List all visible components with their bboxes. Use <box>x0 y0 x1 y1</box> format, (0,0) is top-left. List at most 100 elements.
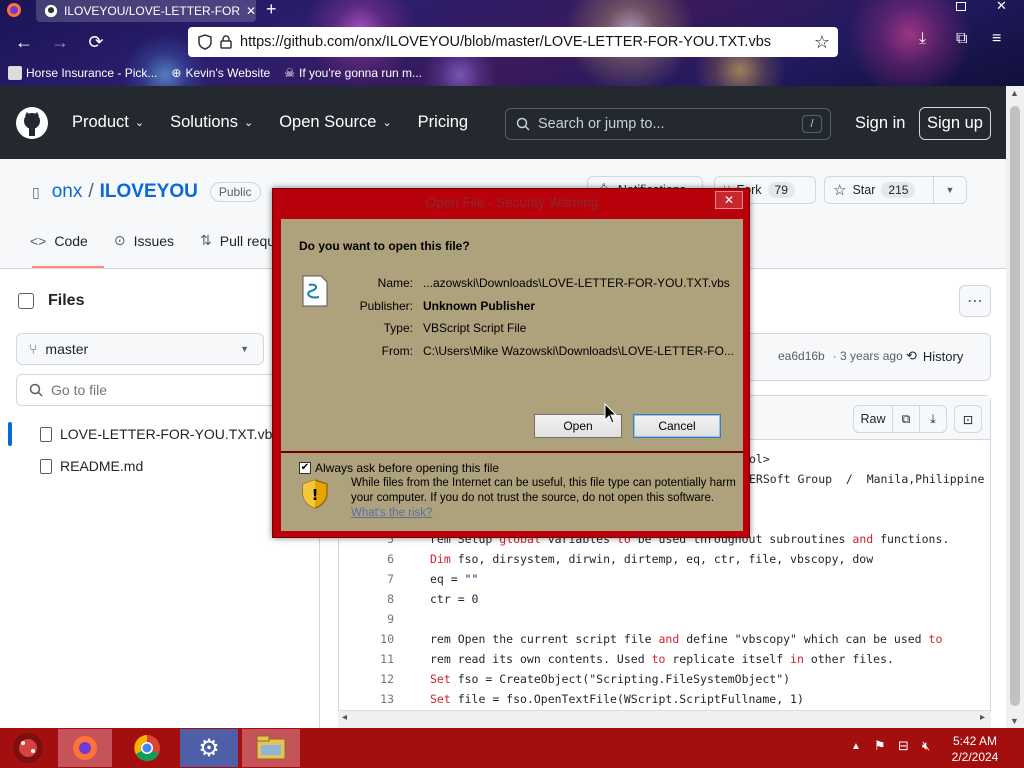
back-icon[interactable]: ← <box>10 28 38 56</box>
address-bar[interactable]: https://github.com/onx/ILOVEYOU/blob/mas… <box>188 27 838 57</box>
file-item[interactable]: README.md <box>40 458 143 474</box>
system-clock[interactable]: 5:42 AM 2/2/2024 <box>945 733 1005 765</box>
bookmark-star-icon[interactable]: ☆ <box>814 32 830 53</box>
chevron-down-icon: ⌄ <box>134 117 145 129</box>
new-tab-button[interactable]: + <box>266 0 277 20</box>
code-fragment: ol> <box>749 452 770 466</box>
horizontal-scrollbar[interactable]: ◂ ▸ <box>338 710 991 728</box>
sign-up-button[interactable]: Sign up <box>919 107 991 140</box>
copy-icon[interactable]: ⧉ <box>892 405 920 433</box>
chevron-down-icon: ⌄ <box>382 117 392 129</box>
shield-icon[interactable] <box>198 34 212 50</box>
warning-shield-icon: ! <box>301 479 329 509</box>
tab-code[interactable]: <> Code <box>30 232 88 249</box>
star-icon: ☆ <box>833 182 847 199</box>
lock-icon[interactable] <box>220 35 232 49</box>
clock-date: 2/2/2024 <box>951 750 999 764</box>
action-center-flag-icon[interactable]: ⚑ <box>874 738 886 754</box>
window-restore-icon[interactable] <box>956 2 966 11</box>
nav-product[interactable]: Product ⌄ <box>72 113 144 132</box>
code-line: ctr = 0 <box>430 592 479 606</box>
bookmark-item[interactable]: ⊕ Kevin's Website <box>171 66 270 80</box>
code-line: Set file = fso.OpenTextFile(WScript.Scri… <box>430 692 804 706</box>
dialog-divider <box>281 451 743 453</box>
star-dropdown-button[interactable]: ▼ <box>933 176 967 204</box>
star-button[interactable]: ☆ Star 215 <box>824 176 934 204</box>
always-ask-checkbox-row[interactable]: ✔ Always ask before opening this file <box>299 461 499 475</box>
cancel-button[interactable]: Cancel <box>633 414 721 438</box>
search-icon <box>516 117 530 131</box>
repo-owner-link[interactable]: onx <box>52 181 83 203</box>
go-to-file-input[interactable]: Go to file <box>16 374 296 406</box>
forward-icon[interactable]: → <box>46 28 74 56</box>
sign-in-link[interactable]: Sign in <box>855 114 905 133</box>
github-logo-icon[interactable] <box>16 106 48 139</box>
line-number: 10 <box>380 632 394 646</box>
code-line: rem read its own contents. Used to repli… <box>430 652 894 666</box>
menu-icon[interactable]: ≡ <box>992 30 1001 48</box>
firefox-icon <box>6 2 22 18</box>
repo-name-link[interactable]: ILOVEYOU <box>100 181 198 203</box>
active-tab-underline <box>32 266 104 268</box>
bookmark-item[interactable]: ☠ If you're gonna run m... <box>284 66 422 80</box>
window-close-icon[interactable]: ✕ <box>996 0 1007 14</box>
whats-the-risk-link[interactable]: What's the risk? <box>351 507 432 519</box>
dialog-title: Open File - Security Warning <box>425 195 599 210</box>
browser-tab[interactable]: ILOVEYOU/LOVE-LETTER-FOR- ✕ <box>36 0 256 22</box>
network-icon[interactable]: ⊟ <box>898 738 909 754</box>
line-number: 13 <box>380 692 394 706</box>
line-number: 11 <box>380 652 394 666</box>
commit-info: ea6d16b · 3 years ago <box>778 349 903 363</box>
repo-title: ▯ onx / ILOVEYOU Public <box>32 181 261 203</box>
line-number: 6 <box>387 552 394 566</box>
search-input[interactable]: Search or jump to... / <box>505 108 831 140</box>
vertical-scrollbar[interactable]: ▲ ▼ <box>1006 86 1024 728</box>
scroll-down-icon[interactable]: ▼ <box>1010 716 1019 726</box>
extensions-icon[interactable]: ⧉ <box>956 30 967 48</box>
dialog-question: Do you want to open this file? <box>299 239 470 253</box>
taskbar-settings-icon[interactable]: ⚙ <box>180 729 238 767</box>
scroll-left-icon[interactable]: ◂ <box>342 712 347 723</box>
download-icon[interactable]: ⤓ <box>919 405 947 433</box>
always-ask-label: Always ask before opening this file <box>315 461 500 475</box>
downloads-icon[interactable]: ⤓ <box>919 30 926 48</box>
always-ask-checkbox[interactable]: ✔ <box>299 462 311 474</box>
nav-open-source[interactable]: Open Source ⌄ <box>279 113 391 132</box>
publisher-value: Unknown Publisher <box>423 299 536 313</box>
tray-chevron-icon[interactable]: ▲ <box>851 741 861 752</box>
nav-solutions[interactable]: Solutions ⌄ <box>170 113 253 132</box>
bookmark-item[interactable]: Horse Insurance - Pick... <box>8 66 157 80</box>
taskbar-explorer-icon[interactable] <box>242 729 300 767</box>
start-button[interactable] <box>4 729 52 767</box>
publisher-label: Publisher: <box>359 299 413 313</box>
volume-muted-icon[interactable]: 🔇︎ <box>922 738 930 754</box>
nav-pricing[interactable]: Pricing <box>418 113 468 132</box>
scroll-right-icon[interactable]: ▸ <box>980 712 985 723</box>
more-options-button[interactable]: ⋯ <box>959 285 991 317</box>
issue-icon: ⊙ <box>113 232 126 248</box>
file-item[interactable]: LOVE-LETTER-FOR-YOU.TXT.vbs <box>40 426 279 442</box>
branch-icon: ⑂ <box>29 341 38 357</box>
sidebar-toggle-icon[interactable] <box>18 293 34 309</box>
reload-icon[interactable]: ⟳ <box>82 28 110 56</box>
type-label: Type: <box>383 321 413 335</box>
code-line: Set fso = CreateObject("Scripting.FileSy… <box>430 672 791 686</box>
url-text[interactable]: https://github.com/onx/ILOVEYOU/blob/mas… <box>240 34 806 50</box>
name-label: Name: <box>377 276 413 290</box>
taskbar-firefox-icon[interactable] <box>58 729 112 767</box>
scroll-up-icon[interactable]: ▲ <box>1010 88 1019 98</box>
dialog-close-button[interactable]: ✕ <box>715 191 743 209</box>
name-value: ...azowski\Downloads\LOVE-LETTER-FOR-YOU… <box>423 276 730 290</box>
history-button[interactable]: ⟲ History <box>906 348 963 364</box>
tab-issues[interactable]: ⊙ Issues <box>114 232 174 249</box>
code-fragment: ERSoft Group / Manila,Philippine <box>749 472 985 486</box>
tab-close-icon[interactable]: ✕ <box>246 4 256 18</box>
caret-down-icon: ▼ <box>945 185 955 195</box>
raw-button[interactable]: Raw <box>853 405 893 433</box>
commit-hash-link[interactable]: ea6d16b <box>778 349 825 363</box>
scroll-thumb[interactable] <box>1010 106 1020 706</box>
symbols-panel-icon[interactable]: ⊡ <box>954 405 982 433</box>
taskbar-chrome-icon[interactable] <box>120 729 174 767</box>
branch-selector[interactable]: ⑂ master ▼ <box>16 333 264 365</box>
file-icon <box>40 458 52 474</box>
